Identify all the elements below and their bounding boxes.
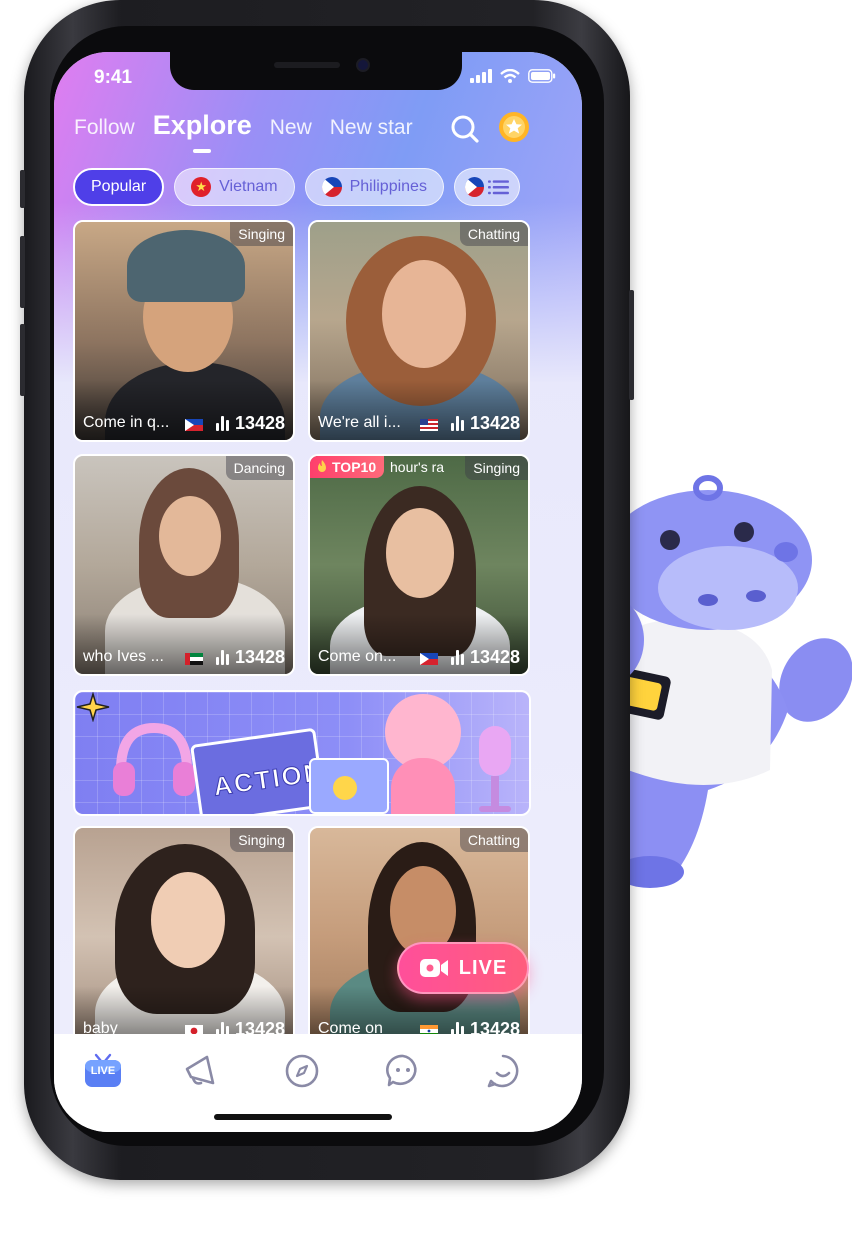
ranking-label: hour's ra: [390, 459, 445, 475]
philippines-flag-icon: [420, 653, 438, 665]
tab-new-star[interactable]: New star: [330, 116, 413, 140]
smiley-icon: [333, 776, 357, 800]
headphones-icon: [113, 722, 195, 796]
tab-me[interactable]: [482, 1050, 524, 1092]
room-card[interactable]: Singing baby 13428: [73, 826, 295, 1048]
wifi-icon: [500, 69, 520, 83]
megaphone-icon: [185, 1055, 215, 1085]
search-icon[interactable]: [450, 114, 480, 144]
girl-body: [391, 758, 455, 814]
chat-bubble-icon: [386, 1054, 417, 1087]
viewer-count: 13428: [215, 413, 285, 434]
category-chips: Popular Vietnam Philippines: [73, 168, 520, 206]
profile-face-icon: [487, 1054, 519, 1088]
top10-badge: TOP10: [310, 456, 385, 478]
audience-bars-icon: [215, 650, 229, 665]
home-indicator: [214, 1114, 392, 1120]
uae-flag-icon: [185, 653, 203, 665]
top-nav: Follow Explore New New star: [74, 110, 431, 153]
chip-popular[interactable]: Popular: [73, 168, 165, 206]
room-category-tag: Chatting: [459, 828, 528, 852]
philippines-flag-icon: [321, 177, 342, 197]
microphone-icon: [479, 726, 511, 812]
camera-notch: [170, 52, 462, 90]
tab-explore[interactable]: Explore: [153, 110, 252, 153]
philippines-flag-icon: [185, 419, 203, 431]
video-camera-icon: [419, 959, 448, 977]
tab-live-label: LIVE: [90, 1065, 116, 1077]
audience-bars-icon: [450, 650, 464, 665]
room-category-tag: Chatting: [459, 222, 528, 246]
promo-banner[interactable]: ACTION: [73, 690, 531, 816]
status-icons: [470, 69, 556, 83]
sparkle-icon: [76, 692, 110, 722]
compass-icon: [285, 1054, 319, 1088]
app-screen: 9:41 Follow Explore New New star Popular…: [54, 52, 582, 1132]
tab-discover[interactable]: [281, 1050, 323, 1092]
tab-new[interactable]: New: [270, 116, 312, 140]
trophy-icon[interactable]: [497, 110, 531, 144]
chip-vietnam[interactable]: Vietnam: [174, 168, 295, 206]
audience-bars-icon: [215, 416, 229, 431]
list-icon: [488, 180, 509, 195]
chip-philippines[interactable]: Philippines: [304, 168, 444, 206]
bottom-tab-bar: LIVE: [54, 1034, 582, 1132]
chip-label: Vietnam: [219, 178, 278, 195]
status-time: 9:41: [94, 67, 133, 88]
go-live-button[interactable]: LIVE: [397, 942, 529, 994]
viewer-count: 13428: [450, 413, 520, 434]
tab-messages[interactable]: [382, 1050, 424, 1092]
tab-live[interactable]: LIVE: [82, 1050, 124, 1092]
chip-label: Philippines: [349, 178, 427, 195]
room-card[interactable]: Dancing who Ives ... 13428: [73, 454, 295, 676]
room-card[interactable]: TOP10 hour's ra Singing Come on... 13428: [308, 454, 530, 676]
usa-flag-icon: [420, 419, 438, 431]
room-category-tag: Singing: [230, 222, 293, 246]
go-live-label: LIVE: [458, 956, 508, 979]
battery-icon: [528, 69, 556, 83]
viewer-count: 13428: [450, 647, 520, 668]
room-card[interactable]: Chatting We're all i... 13428: [308, 220, 530, 442]
vietnam-flag-icon: [191, 177, 212, 197]
tab-party[interactable]: [180, 1050, 222, 1092]
fire-icon: [318, 460, 326, 472]
philippines-flag-icon: [464, 177, 484, 197]
room-card[interactable]: Chatting Come on 13428: [308, 826, 530, 1048]
signal-icon: [470, 69, 492, 83]
room-category-tag: Singing: [465, 456, 528, 480]
viewer-count: 13428: [215, 647, 285, 668]
room-category-tag: Dancing: [225, 456, 293, 480]
more-countries-button[interactable]: [453, 168, 520, 206]
room-card[interactable]: Singing Come in q... 13428: [73, 220, 295, 442]
tab-follow[interactable]: Follow: [74, 116, 135, 140]
room-category-tag: Singing: [230, 828, 293, 852]
audience-bars-icon: [450, 416, 464, 431]
